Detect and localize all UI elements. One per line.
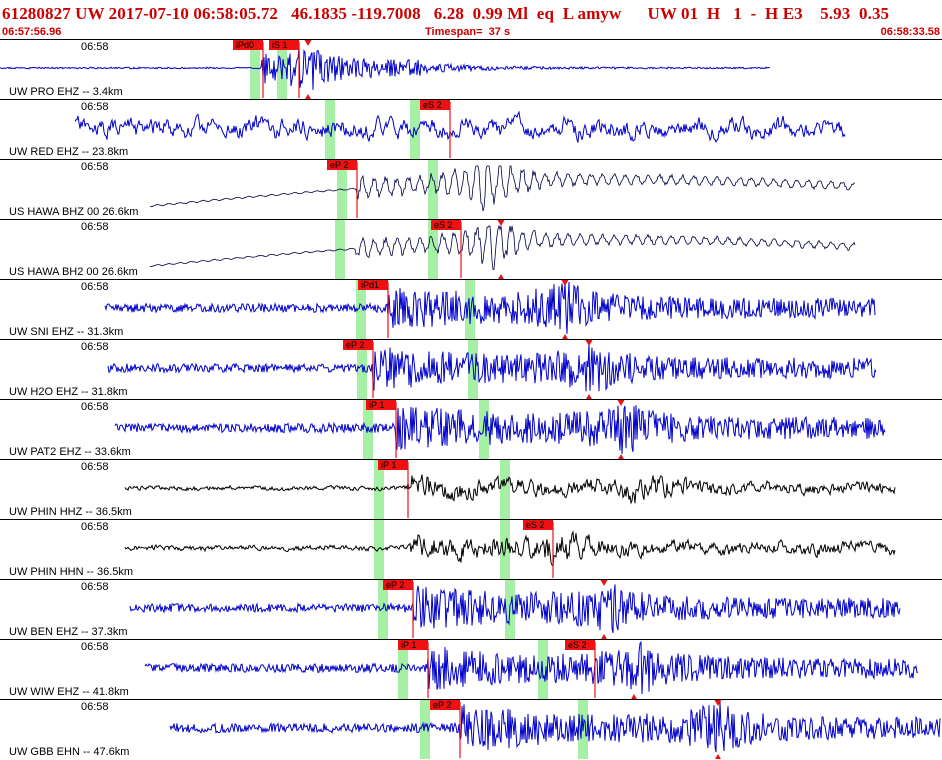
amplitude-marker-top <box>600 580 608 586</box>
station-label: US HAWA BH2 00 26.6km <box>9 266 138 278</box>
pick-label: eS 2 <box>568 640 587 650</box>
phase-window <box>335 220 345 279</box>
trace-panel[interactable]: eS 2 06:58 UW PHIN HHN -- 36.5km <box>0 519 942 579</box>
waveform-plot: eP 2 <box>107 340 877 399</box>
waveform-trace <box>149 165 856 212</box>
waveform-trace <box>114 405 886 455</box>
pick-label: eS 2 <box>526 520 545 530</box>
station-label: UW H2O EHZ -- 31.8km <box>9 386 128 398</box>
trace-panel[interactable]: eS 2 06:58 US HAWA BH2 00 26.6km <box>0 219 942 279</box>
waveform-trace <box>169 701 941 753</box>
amplitude-marker-bottom <box>715 754 721 759</box>
station-label: UW WIW EHZ -- 41.8km <box>9 686 129 698</box>
trace-panel[interactable]: iPd1 06:58 UW SNI EHZ -- 31.3km <box>0 279 942 339</box>
trace-time-label: 06:58 <box>81 521 109 533</box>
pick-label: iP 1 <box>401 640 416 650</box>
trace-time-label: 06:58 <box>81 101 109 113</box>
phase-window <box>428 160 438 219</box>
amplitude-marker-top <box>585 340 593 346</box>
station-label: UW PHIN HHN -- 36.5km <box>9 566 134 578</box>
trace-time-label: 06:58 <box>81 161 109 173</box>
station-label: UW RED EHZ -- 23.8km <box>9 146 129 158</box>
pick-label: iP 1 <box>369 400 384 410</box>
trace-panel[interactable]: iP 1 06:58 UW PAT2 EHZ -- 33.6km <box>0 399 942 459</box>
amplitude-marker-top <box>617 400 625 406</box>
event-summary: 61280827 UW 2017-07-10 06:58:05.72 46.18… <box>2 4 890 23</box>
end-time: 06:58:33.58 <box>880 26 940 38</box>
trace-time-label: 06:58 <box>81 341 109 353</box>
waveform-plot: iPd1 <box>104 280 876 339</box>
start-time: 06:57:56.96 <box>2 26 62 38</box>
waveform-plot: iPd0 iS 1 <box>0 40 771 99</box>
waveform-plot: eS 2 <box>149 220 856 279</box>
trace-time-label: 06:58 <box>81 221 109 233</box>
pick-label: eS 2 <box>423 100 442 110</box>
waveform-plot: eS 2 <box>124 520 896 579</box>
waveform-plot: iP 1 <box>124 460 896 519</box>
station-label: US HAWA BHZ 00 26.6km <box>9 206 139 218</box>
pick-label: iPd1 <box>361 280 379 290</box>
trace-time-label: 06:58 <box>81 401 109 413</box>
pick-label: eP 2 <box>386 580 404 590</box>
timespan: Timespan= 37 s <box>425 26 511 38</box>
waveform-trace <box>144 640 919 695</box>
seismogram-stack: iPd0 iS 1 06:58 UW PRO EHZ -- 3.4km eS 2 06:5… <box>0 39 942 760</box>
pick-label: eP 2 <box>433 700 451 710</box>
pick-label: iPd0 <box>236 40 254 50</box>
station-label: UW BEN EHZ -- 37.3km <box>9 626 128 638</box>
waveform-plot: eP 2 <box>149 160 856 219</box>
event-header: 61280827 UW 2017-07-10 06:58:05.72 46.18… <box>0 0 942 40</box>
waveform-plot: iP 1 eS 2 <box>144 640 919 699</box>
trace-panel[interactable]: eP 2 06:58 US HAWA BHZ 00 26.6km <box>0 159 942 219</box>
station-label: UW PAT2 EHZ -- 33.6km <box>9 446 131 458</box>
trace-time-label: 06:58 <box>81 581 109 593</box>
trace-panel[interactable]: iPd0 iS 1 06:58 UW PRO EHZ -- 3.4km <box>0 39 942 99</box>
waveform-trace <box>149 224 856 270</box>
waveform-plot: eP 2 <box>129 580 901 639</box>
waveform-trace <box>74 110 846 144</box>
pick-label: eP 2 <box>330 160 348 170</box>
station-label: UW PRO EHZ -- 3.4km <box>9 86 123 98</box>
trace-panel[interactable]: iP 1 eS 2 06:58 UW WIW EHZ -- 41.8km <box>0 639 942 699</box>
trace-time-label: 06:58 <box>81 641 109 653</box>
trace-time-label: 06:58 <box>81 701 109 713</box>
amplitude-marker-top <box>497 220 505 226</box>
station-label: UW GBB EHN -- 47.6km <box>9 746 130 758</box>
pick-label: eS 2 <box>434 220 453 230</box>
trace-panel[interactable]: iP 1 06:58 UW PHIN HHZ -- 36.5km <box>0 459 942 519</box>
amplitude-marker-top <box>304 40 312 46</box>
trace-time-label: 06:58 <box>81 41 109 53</box>
waveform-plot: eS 2 <box>74 100 846 159</box>
trace-time-label: 06:58 <box>81 281 109 293</box>
waveform-plot: iP 1 <box>114 400 886 459</box>
station-label: UW SNI EHZ -- 31.3km <box>9 326 124 338</box>
waveform-trace <box>104 281 876 334</box>
waveform-trace <box>107 342 877 392</box>
trace-time-label: 06:58 <box>81 461 109 473</box>
pick-label: eP 2 <box>346 340 364 350</box>
pick-label: iS 1 <box>272 40 288 50</box>
trace-panel[interactable]: eP 2 06:58 UW BEN EHZ -- 37.3km <box>0 579 942 639</box>
station-label: UW PHIN HHZ -- 36.5km <box>9 506 132 518</box>
trace-panel[interactable]: eS 2 06:58 UW RED EHZ -- 23.8km <box>0 99 942 159</box>
trace-panel[interactable]: eP 2 06:58 UW GBB EHN -- 47.6km <box>0 699 942 759</box>
trace-panel[interactable]: eP 2 06:58 UW H2O EHZ -- 31.8km <box>0 339 942 399</box>
phase-window <box>500 460 510 519</box>
waveform-trace <box>0 46 771 90</box>
pick-label: iP 1 <box>381 460 396 470</box>
waveform-plot: eP 2 <box>169 700 941 759</box>
